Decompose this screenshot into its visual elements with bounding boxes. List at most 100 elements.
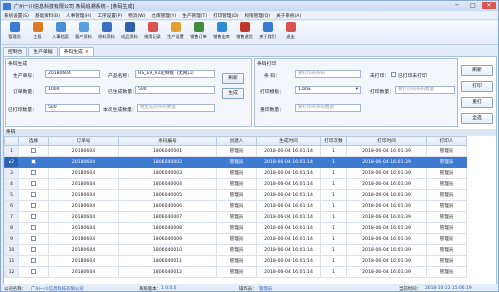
table-cell[interactable]: 管理员 xyxy=(216,178,257,190)
table-cell[interactable]: 1 xyxy=(320,244,347,256)
table-cell[interactable]: 管理员 xyxy=(216,167,257,179)
row-number[interactable]: 6 xyxy=(4,200,19,212)
row-checkbox[interactable] xyxy=(31,225,36,230)
table-cell[interactable]: 管理员 xyxy=(426,189,467,201)
table-row[interactable]: 1 20180604 1806040001 管理员 2018-06-04 16:01:1… xyxy=(4,145,467,157)
table-cell[interactable]: 1 xyxy=(320,255,347,267)
table-cell[interactable]: 2018-06-04 16:01:14 xyxy=(256,244,321,256)
table-cell[interactable]: 20180604 xyxy=(48,244,119,256)
menu-item[interactable]: 人事管理(H) xyxy=(63,13,94,19)
printed-input[interactable]: 500 xyxy=(45,104,100,112)
table-cell[interactable]: 1806040009 xyxy=(118,233,217,245)
table-cell[interactable]: 20180604 xyxy=(48,200,119,212)
select-cell[interactable] xyxy=(18,222,49,234)
select-all-button[interactable]: 全选 xyxy=(461,113,493,124)
toolbar-button[interactable]: 原料资料 xyxy=(95,21,118,43)
table-row[interactable]: 4 20180604 1806040004 管理员 2018-06-04 16:01:1… xyxy=(4,178,467,190)
toolbar-button[interactable]: 管理员 xyxy=(3,21,26,43)
table-cell[interactable]: 2018-06-04 16:01:39 xyxy=(346,233,427,245)
row-checkbox[interactable] xyxy=(31,247,36,252)
table-cell[interactable]: 管理员 xyxy=(426,266,467,278)
chevron-down-icon[interactable]: ▾ xyxy=(356,87,358,93)
table-cell[interactable]: 2018-06-04 16:01:14 xyxy=(256,222,321,234)
table-cell[interactable]: 2018-06-04 16:01:39 xyxy=(346,222,427,234)
table-cell[interactable]: 1 xyxy=(320,266,347,278)
table-cell[interactable]: 1806040007 xyxy=(118,211,217,223)
select-cell[interactable] xyxy=(18,167,49,179)
table-cell[interactable]: 管理员 xyxy=(426,156,467,168)
row-number[interactable]: 12 xyxy=(4,266,19,278)
row-number[interactable]: 8 xyxy=(4,222,19,234)
table-row[interactable]: 6 20180604 1806040006 管理员 2018-06-04 16:01:1… xyxy=(4,200,467,212)
select-cell[interactable] xyxy=(18,266,49,278)
table-cell[interactable]: 20180604 xyxy=(48,211,119,223)
table-cell[interactable]: 1 xyxy=(320,233,347,245)
table-cell[interactable]: 2018-06-04 16:01:14 xyxy=(256,233,321,245)
refresh-button[interactable]: 刷新 xyxy=(461,65,493,76)
menu-item[interactable]: 打印管理(D) xyxy=(210,13,242,19)
print-qty-input[interactable]: 要打印的条码数量 xyxy=(395,86,455,94)
row-checkbox[interactable] xyxy=(31,269,36,274)
table-cell[interactable]: 1806040002 xyxy=(118,156,217,168)
row-number[interactable]: 9 xyxy=(4,233,19,245)
table-cell[interactable]: 管理员 xyxy=(216,255,257,267)
table-cell[interactable]: 1806040005 xyxy=(118,189,217,201)
select-cell[interactable] xyxy=(18,145,49,157)
table-cell[interactable]: 管理员 xyxy=(216,156,257,168)
table-cell[interactable]: 1806040006 xyxy=(118,200,217,212)
maximize-button[interactable]: □ xyxy=(466,2,480,9)
table-cell[interactable]: 2018-06-04 16:01:39 xyxy=(346,244,427,256)
select-cell[interactable] xyxy=(18,233,49,245)
this-qty-input[interactable]: 要生成的条码数量 xyxy=(137,104,215,112)
table-cell[interactable]: 管理员 xyxy=(426,233,467,245)
table-cell[interactable]: 2018-06-04 16:01:14 xyxy=(256,255,321,267)
table-cell[interactable]: 2018-06-04 16:01:39 xyxy=(346,145,427,157)
table-cell[interactable]: 2018-06-04 16:01:39 xyxy=(346,189,427,201)
toolbar-button[interactable]: 工段 xyxy=(26,21,49,43)
select-cell[interactable] xyxy=(18,200,49,212)
table-cell[interactable]: 2018-06-04 16:01:14 xyxy=(256,156,321,168)
column-header[interactable]: 打印人 xyxy=(426,136,467,146)
menu-item[interactable]: 关于系统(A) xyxy=(273,13,304,19)
table-cell[interactable]: 管理员 xyxy=(426,167,467,179)
table-cell[interactable]: 2018-06-04 16:01:39 xyxy=(346,178,427,190)
column-header[interactable]: 选择 xyxy=(18,136,49,146)
column-header[interactable]: 打印时间 xyxy=(346,136,427,146)
select-cell[interactable] xyxy=(18,189,49,201)
order-qty-input[interactable]: 1000 xyxy=(45,86,100,94)
row-number[interactable]: 4 xyxy=(4,178,19,190)
tab-production-orders[interactable]: 生产单据 xyxy=(28,47,58,56)
template-select[interactable]: 1.btw ▾ xyxy=(295,86,361,94)
row-number[interactable]: 10 xyxy=(4,244,19,256)
table-cell[interactable]: 2018-06-04 16:01:14 xyxy=(256,200,321,212)
column-header[interactable]: 打印次数 xyxy=(320,136,347,146)
table-cell[interactable]: 管理员 xyxy=(216,145,257,157)
close-button[interactable]: ✕ xyxy=(482,2,496,9)
table-cell[interactable]: 1806040010 xyxy=(118,244,217,256)
table-row[interactable]: 5 20180604 1806040005 管理员 2018-06-04 16:01:1… xyxy=(4,189,467,201)
table-cell[interactable]: 2018-06-04 16:01:14 xyxy=(256,189,321,201)
table-cell[interactable]: 管理员 xyxy=(216,233,257,245)
table-cell[interactable]: 1806040012 xyxy=(118,266,217,278)
row-checkbox[interactable] xyxy=(31,181,36,186)
toolbar-button[interactable]: 退出 xyxy=(279,21,302,43)
toolbar-button[interactable]: 借用记录 xyxy=(141,21,164,43)
table-cell[interactable]: 2018-06-04 16:01:39 xyxy=(346,255,427,267)
column-header[interactable]: 订单号 xyxy=(48,136,119,146)
row-checkbox[interactable] xyxy=(31,170,36,175)
tab-barcode-generation[interactable]: 条码生成 × xyxy=(58,47,94,56)
table-cell[interactable]: 管理员 xyxy=(426,222,467,234)
toolbar-button[interactable]: 人事档案 xyxy=(49,21,72,43)
table-cell[interactable]: 20180604 xyxy=(48,156,119,168)
table-cell[interactable]: 1 xyxy=(320,222,347,234)
table-cell[interactable]: 20180604 xyxy=(48,255,119,267)
table-cell[interactable]: 2018-06-04 16:01:39 xyxy=(346,200,427,212)
menu-item[interactable]: 生产管理(T) xyxy=(179,13,210,19)
table-cell[interactable]: 1806040011 xyxy=(118,255,217,267)
row-checkbox[interactable] xyxy=(31,148,36,153)
table-cell[interactable]: 管理员 xyxy=(426,200,467,212)
table-cell[interactable]: 管理员 xyxy=(216,200,257,212)
column-header[interactable]: 创建人 xyxy=(216,136,257,146)
reprint-qty-input[interactable]: 要打印的条码数量 xyxy=(295,104,361,112)
row-checkbox[interactable] xyxy=(31,159,36,164)
